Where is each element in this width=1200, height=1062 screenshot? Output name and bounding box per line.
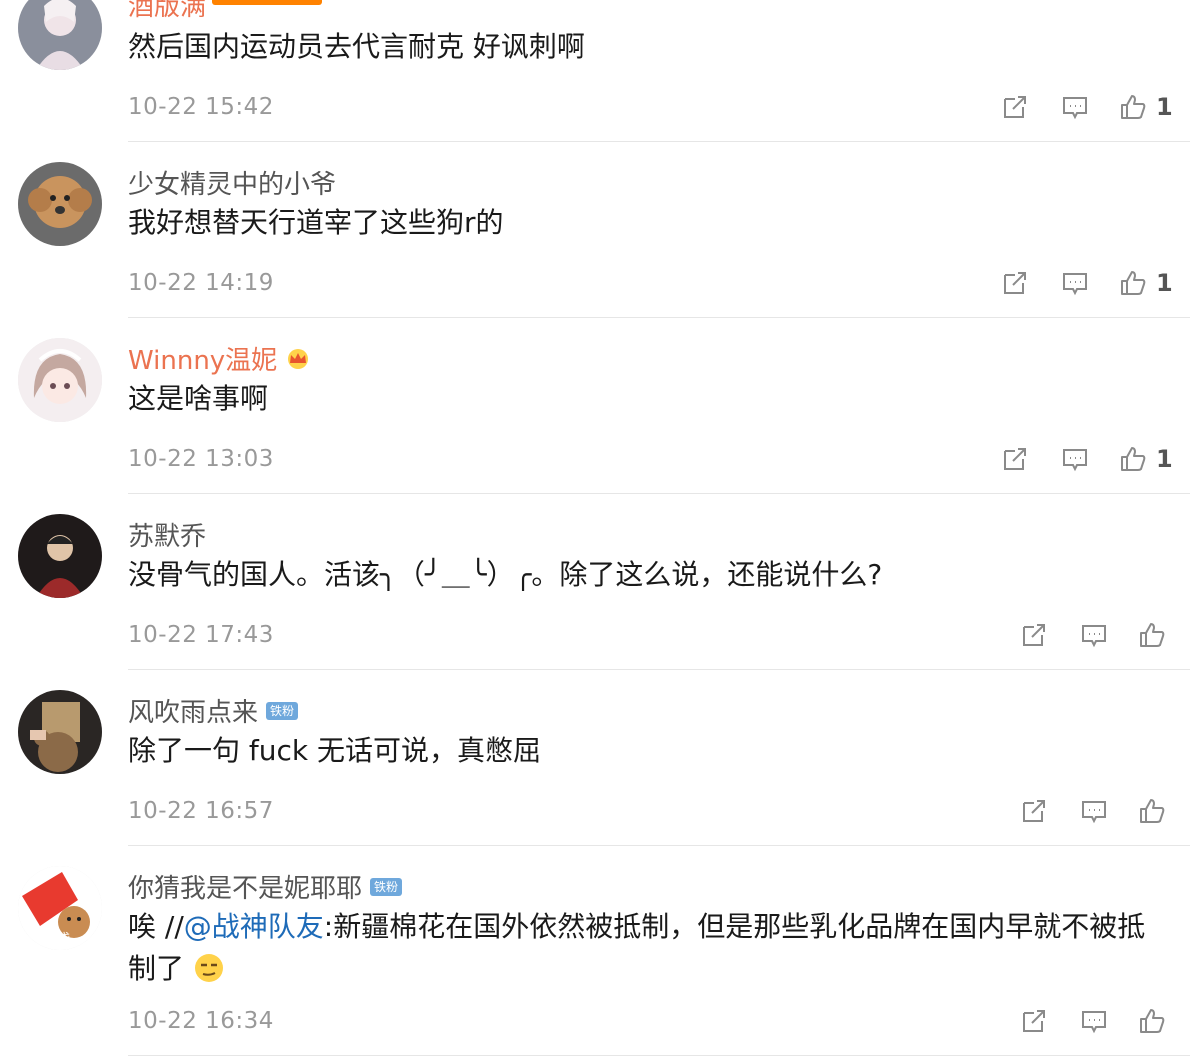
- share-icon[interactable]: [1000, 268, 1030, 298]
- divider: [128, 1055, 1190, 1056]
- comment-time: 10-22 14:19: [128, 270, 274, 296]
- comment-item: Winnny温妮 这是啥事啊 10-22 13:03 1: [0, 318, 1200, 494]
- comment-icon[interactable]: [1079, 796, 1109, 826]
- crown-icon: [288, 348, 309, 369]
- comment-item: 少女精灵中的小爷 我好想替天行道宰了这些狗r的 10-22 14:19 1: [0, 142, 1200, 318]
- smug-emoji-icon: [194, 954, 223, 982]
- like-button[interactable]: 1: [1118, 268, 1173, 298]
- like-count: 1: [1156, 445, 1173, 473]
- comment-time: 10-22 15:42: [128, 94, 274, 120]
- like-button[interactable]: 1: [1118, 92, 1173, 122]
- share-icon[interactable]: [1019, 620, 1049, 650]
- thumbs-up-icon: [1118, 444, 1148, 474]
- comment-text: 唉 //@战神队友:新疆棉花在国外依然被抵制，但是那些乳化品牌在国内早就不被抵制…: [128, 906, 1168, 990]
- comment-time: 10-22 17:43: [128, 622, 274, 648]
- comment-actions: [1019, 796, 1167, 826]
- avatar[interactable]: [18, 690, 102, 774]
- fan-badge: 铁粉: [266, 701, 299, 720]
- comment-time: 10-22 13:03: [128, 446, 274, 472]
- avatar[interactable]: [18, 338, 102, 422]
- thumbs-up-icon: [1137, 796, 1167, 826]
- username-text: 苏默乔: [128, 522, 207, 552]
- comment-text: 这是啥事啊: [128, 382, 269, 415]
- comment-item: 狗袋 你猜我是不是妮耶耶 铁粉 唉 //@战神队友:新疆棉花在国外依然被抵制，但…: [0, 846, 1200, 1056]
- comment-item: 风吹雨点来 铁粉 除了一句 fuck 无话可说，真憋屈 10-22 16:57: [0, 670, 1200, 846]
- comment-icon[interactable]: [1060, 268, 1090, 298]
- username-text: 少女精灵中的小爷: [128, 170, 337, 200]
- like-count: 1: [1156, 93, 1173, 121]
- thumbs-up-icon: [1118, 92, 1148, 122]
- comment-actions: 1: [1000, 268, 1173, 298]
- like-button[interactable]: 1: [1118, 444, 1173, 474]
- comment-username[interactable]: Winnny温妮: [128, 340, 311, 377]
- avatar[interactable]: 狗袋: [18, 866, 102, 950]
- comment-text: 然后国内运动员去代言耐克 好讽刺啊: [128, 30, 585, 63]
- thumbs-up-icon: [1137, 1006, 1167, 1036]
- comment-text: 我好想替天行道宰了这些狗r的: [128, 206, 504, 239]
- comment-actions: [1019, 1006, 1167, 1036]
- comment-icon[interactable]: [1079, 620, 1109, 650]
- like-button[interactable]: [1137, 796, 1167, 826]
- avatar[interactable]: [18, 0, 102, 70]
- username-text: Winnny温妮: [128, 346, 278, 376]
- thumbs-up-icon: [1118, 268, 1148, 298]
- comment-item: 苏默乔 没骨气的国人。活该╮（╯＿╰）╭。除了这么说，还能说什么? 10-22 …: [0, 494, 1200, 670]
- share-icon[interactable]: [1000, 92, 1030, 122]
- mention-link[interactable]: @战神队友: [184, 910, 324, 943]
- comment-username[interactable]: 风吹雨点来 铁粉: [128, 692, 299, 729]
- username-text: 你猜我是不是妮耶耶: [128, 874, 363, 904]
- comment-username[interactable]: 少女精灵中的小爷: [128, 164, 336, 201]
- like-button[interactable]: [1137, 620, 1167, 650]
- comment-icon[interactable]: [1060, 92, 1090, 122]
- share-icon[interactable]: [1019, 1006, 1049, 1036]
- comment-actions: 1: [1000, 444, 1173, 474]
- comment-username[interactable]: 你猜我是不是妮耶耶 铁粉: [128, 868, 403, 905]
- text-prefix: 唉 //: [128, 910, 184, 943]
- comment-username[interactable]: 苏默乔: [128, 516, 206, 553]
- comment-icon[interactable]: [1079, 1006, 1109, 1036]
- like-button[interactable]: [1137, 1006, 1167, 1036]
- thumbs-up-icon: [1137, 620, 1167, 650]
- fan-badge: 铁粉: [370, 877, 403, 896]
- comment-item: 然后国内运动员去代言耐克 好讽刺啊 10-22 15:42 1: [0, 0, 1200, 142]
- avatar[interactable]: [18, 514, 102, 598]
- like-count: 1: [1156, 269, 1173, 297]
- share-icon[interactable]: [1000, 444, 1030, 474]
- share-icon[interactable]: [1019, 796, 1049, 826]
- comment-time: 10-22 16:57: [128, 798, 274, 824]
- username-text: 风吹雨点来: [128, 698, 259, 728]
- comment-text: 除了一句 fuck 无话可说，真憋屈: [128, 734, 542, 767]
- comment-icon[interactable]: [1060, 444, 1090, 474]
- avatar-caption: 狗袋: [44, 932, 71, 947]
- comment-actions: 1: [1000, 92, 1173, 122]
- avatar[interactable]: [18, 162, 102, 246]
- comment-text: 没骨气的国人。活该╮（╯＿╰）╭。除了这么说，还能说什么?: [128, 558, 883, 591]
- comment-time: 10-22 16:34: [128, 1008, 274, 1034]
- comment-actions: [1019, 620, 1167, 650]
